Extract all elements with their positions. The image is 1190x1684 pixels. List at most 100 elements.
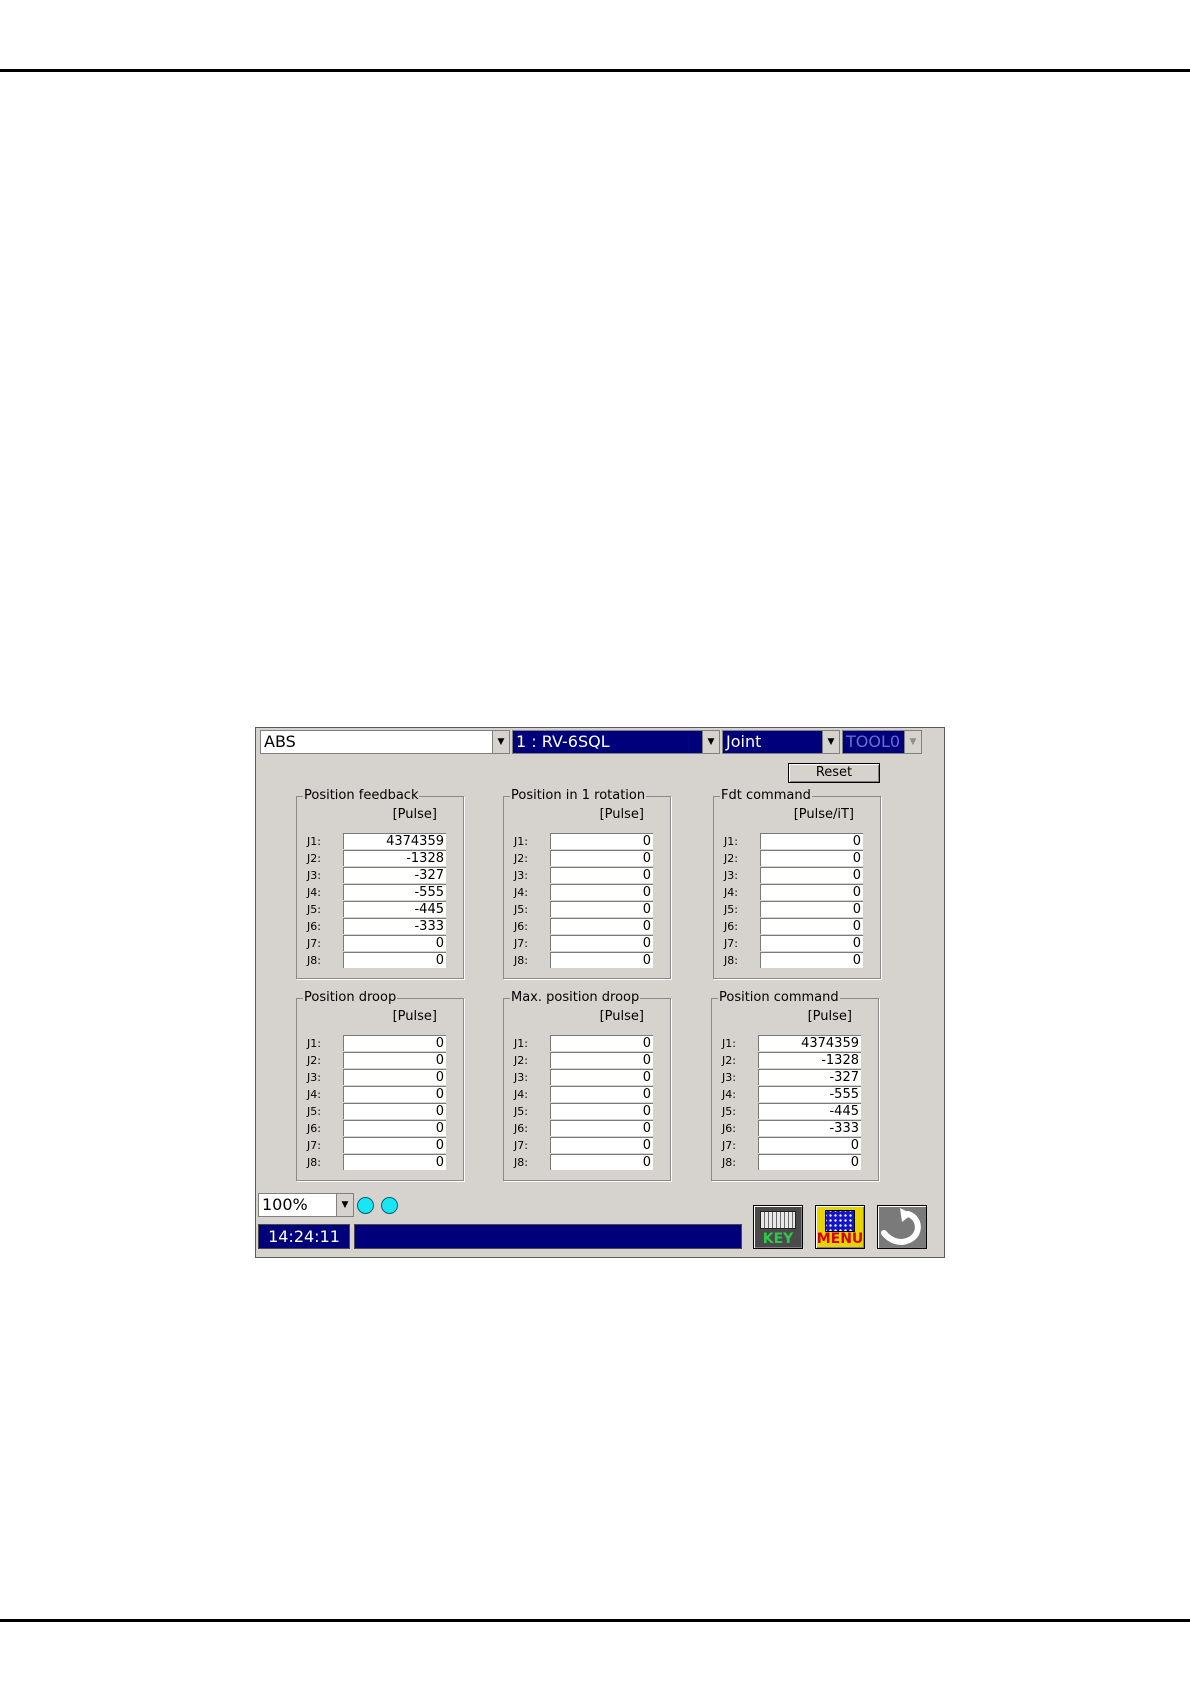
joint-value-field: 0: [550, 1035, 653, 1051]
joint-label: J7:: [307, 1139, 321, 1152]
joint-row: J4: 0: [514, 1086, 662, 1103]
key-button-label: KEY: [762, 1231, 794, 1247]
joint-label: J6:: [514, 1122, 528, 1135]
panel-position-droop: Position droop [Pulse] J1: 0 J2: 0 J3: 0 J4: 0 J5:…: [296, 990, 464, 1181]
joint-label: J1:: [724, 835, 738, 848]
joint-label: J6:: [307, 920, 321, 933]
joint-row: J1: 4374359: [722, 1035, 870, 1052]
joint-label: J1:: [514, 1037, 528, 1050]
joint-row: J2: 0: [307, 1052, 455, 1069]
joint-row: J3: 0: [514, 1069, 662, 1086]
joint-row: J3: 0: [724, 867, 872, 884]
joint-row: J4: 0: [724, 884, 872, 901]
joint-label: J3:: [307, 1071, 321, 1084]
joint-value-field: 0: [550, 935, 653, 951]
key-button[interactable]: KEY: [753, 1205, 803, 1249]
joint-value-field: -327: [758, 1069, 861, 1085]
joint-label: J3:: [724, 869, 738, 882]
joint-value-field: -1328: [343, 850, 446, 866]
clock-display: 14:24:11: [258, 1224, 350, 1249]
joint-label: J8:: [307, 954, 321, 967]
joint-label: J4:: [307, 886, 321, 899]
back-button[interactable]: [877, 1205, 927, 1249]
chevron-down-icon[interactable]: ▼: [492, 731, 509, 753]
joint-label: J7:: [724, 937, 738, 950]
panel-unit: [Pulse]: [392, 807, 437, 822]
joint-value-field: 0: [343, 1035, 446, 1051]
panel-title: Max. position droop: [510, 990, 641, 1006]
joint-label: J7:: [514, 1139, 528, 1152]
joint-row: J2: 0: [514, 1052, 662, 1069]
message-bar: [354, 1224, 742, 1249]
joint-value-field: 0: [550, 1120, 653, 1136]
joint-value-field: 4374359: [343, 833, 446, 849]
joint-label: J3:: [722, 1071, 736, 1084]
joint-value-field: 0: [343, 1052, 446, 1068]
joint-row: J5: -445: [307, 901, 455, 918]
joint-value-field: 0: [760, 884, 863, 900]
return-arrow-icon: [881, 1208, 921, 1246]
chevron-down-icon[interactable]: ▼: [702, 731, 719, 753]
joint-label: J6:: [722, 1122, 736, 1135]
joint-row: J6: 0: [514, 1120, 662, 1137]
joint-label: J1:: [307, 835, 321, 848]
joint-row: J3: -327: [722, 1069, 870, 1086]
joint-row: J6: 0: [307, 1120, 455, 1137]
joint-label: J3:: [307, 869, 321, 882]
joint-label: J2:: [724, 852, 738, 865]
panel-title: Position feedback: [303, 788, 420, 804]
joint-label: J6:: [307, 1122, 321, 1135]
frame-select[interactable]: Joint ▼: [722, 730, 840, 754]
joint-label: J5:: [514, 903, 528, 916]
joint-value-field: 0: [343, 1137, 446, 1153]
joint-row: J5: -445: [722, 1103, 870, 1120]
joint-row: J1: 0: [514, 1035, 662, 1052]
joint-row: J8: 0: [724, 952, 872, 969]
mode-select[interactable]: ABS ▼: [260, 730, 510, 754]
joint-row: J7: 0: [724, 935, 872, 952]
chevron-down-icon[interactable]: ▼: [822, 731, 839, 753]
override-value: 100%: [262, 1195, 308, 1214]
joint-row: J1: 0: [307, 1035, 455, 1052]
override-select[interactable]: 100% ▼: [258, 1193, 354, 1217]
joint-value-field: -555: [758, 1086, 861, 1102]
tool-select: TOOL0 ▼: [842, 730, 922, 754]
joint-label: J7:: [307, 937, 321, 950]
joint-value-field: -555: [343, 884, 446, 900]
joint-label: J8:: [724, 954, 738, 967]
joint-value-field: 0: [550, 867, 653, 883]
keyboard-icon: [760, 1211, 796, 1229]
chevron-down-icon[interactable]: ▼: [336, 1194, 353, 1216]
joint-row: J7: 0: [514, 935, 662, 952]
joint-value-field: -333: [343, 918, 446, 934]
panel-unit: [Pulse]: [392, 1009, 437, 1024]
joint-value-field: 4374359: [758, 1035, 861, 1051]
panel-max-position-droop: Max. position droop [Pulse] J1: 0 J2: 0 J3: 0 J4…: [503, 990, 671, 1181]
joint-row: J7: 0: [307, 1137, 455, 1154]
joint-row: J8: 0: [307, 952, 455, 969]
joint-value-field: 0: [760, 867, 863, 883]
joint-value-field: 0: [343, 935, 446, 951]
joint-value-field: 0: [760, 850, 863, 866]
joint-value-field: 0: [343, 1154, 446, 1170]
robot-select[interactable]: 1 : RV-6SQL ▼: [512, 730, 720, 754]
panel-unit: [Pulse]: [599, 1009, 644, 1024]
joint-value-field: 0: [760, 952, 863, 968]
joint-label: J1:: [514, 835, 528, 848]
joint-label: J3:: [514, 1071, 528, 1084]
joint-label: J8:: [514, 1156, 528, 1169]
joint-value-field: 0: [760, 901, 863, 917]
menu-button[interactable]: MENU: [815, 1205, 865, 1249]
joint-row: J4: 0: [514, 884, 662, 901]
joint-value-field: 0: [550, 1154, 653, 1170]
joint-label: J5:: [514, 1105, 528, 1118]
joint-row: J8: 0: [514, 1154, 662, 1171]
status-lamp-icon: [357, 1197, 374, 1214]
joint-value-field: 0: [760, 833, 863, 849]
joint-value-field: 0: [550, 884, 653, 900]
joint-label: J2:: [514, 852, 528, 865]
menu-button-label: MENU: [816, 1231, 864, 1247]
page-header-rule: [0, 69, 1190, 72]
joint-row: J1: 4374359: [307, 833, 455, 850]
reset-button[interactable]: Reset: [788, 763, 880, 783]
